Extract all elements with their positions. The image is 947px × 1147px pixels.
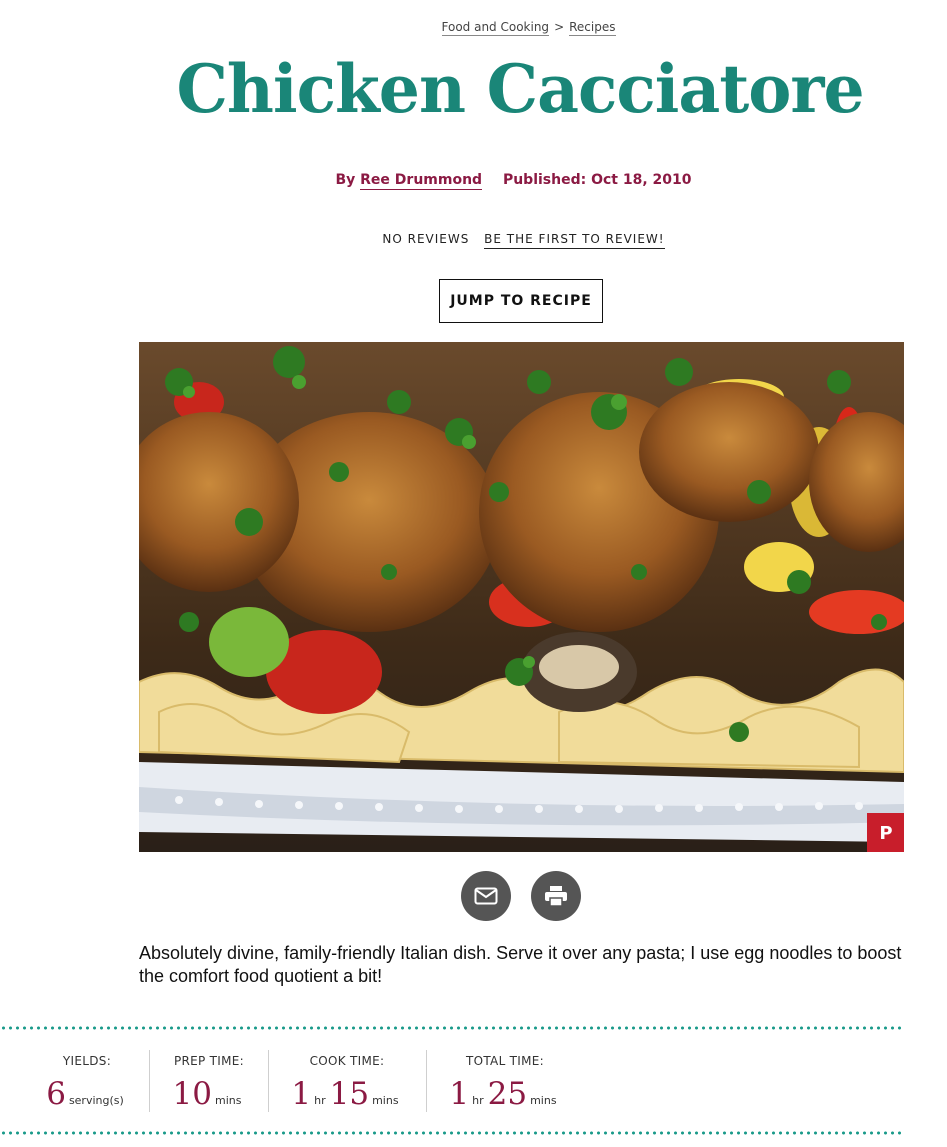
stat-divider: [268, 1050, 269, 1112]
total-label: TOTAL TIME:: [465, 1054, 545, 1068]
yields-label: YIELDS:: [62, 1054, 112, 1068]
recipe-description: Absolutely divine, family-friendly Itali…: [139, 943, 902, 986]
first-review-link[interactable]: BE THE FIRST TO REVIEW!: [484, 232, 665, 249]
printer-icon: [545, 886, 567, 907]
total-value: 1 hr 25 mins: [440, 1076, 570, 1112]
stat-prep-time: PREP TIME: 10 mins: [160, 1048, 258, 1112]
published-date: Published: Oct 18, 2010: [502, 172, 692, 188]
print-button[interactable]: [531, 871, 581, 921]
dotted-divider-bottom: [0, 1131, 905, 1135]
stat-divider: [149, 1050, 150, 1112]
cook-minutes: 15: [329, 1076, 370, 1112]
yields-unit: serving(s): [68, 1094, 124, 1107]
cook-label: COOK TIME:: [309, 1054, 385, 1068]
total-hours-unit: hr: [472, 1094, 484, 1107]
total-hours: 1: [449, 1076, 470, 1112]
pinterest-icon: P: [879, 823, 892, 844]
stat-divider: [426, 1050, 427, 1112]
page-title: Chicken Cacciatore: [176, 50, 864, 128]
prep-unit: mins: [214, 1094, 242, 1107]
author-link[interactable]: Ree Drummond: [360, 172, 483, 190]
svg-text:P: P: [879, 823, 892, 844]
envelope-icon: [474, 887, 498, 905]
total-minutes-unit: mins: [530, 1094, 557, 1107]
total-minutes: 25: [487, 1076, 528, 1112]
prep-number: 10: [172, 1076, 212, 1112]
prep-label: PREP TIME:: [173, 1054, 245, 1068]
dotted-divider-top: [0, 1026, 905, 1030]
stat-total-time: TOTAL TIME: 1 hr 25 mins: [440, 1048, 570, 1112]
byline: By Ree Drummond Published: Oct 18, 2010: [0, 172, 947, 190]
reviews-status: NO REVIEWS: [382, 232, 470, 246]
breadcrumb: Food and Cooking > Recipes: [0, 20, 947, 36]
cook-hours: 1: [291, 1076, 312, 1112]
yields-value: 6 serving(s): [40, 1076, 134, 1112]
recipe-hero-image: P: [139, 342, 904, 852]
cook-hours-unit: hr: [314, 1094, 326, 1107]
byline-by: By: [335, 172, 356, 188]
food-photo: [139, 342, 904, 852]
email-share-button[interactable]: [461, 871, 511, 921]
yields-number: 6: [46, 1076, 66, 1112]
stat-cook-time: COOK TIME: 1 hr 15 mins: [280, 1048, 414, 1112]
breadcrumb-food-and-cooking-link[interactable]: Food and Cooking: [441, 20, 550, 36]
cook-value: 1 hr 15 mins: [280, 1076, 414, 1112]
prep-value: 10 mins: [160, 1076, 258, 1112]
reviews-row: NO REVIEWS BE THE FIRST TO REVIEW!: [0, 230, 947, 249]
cook-minutes-unit: mins: [372, 1094, 399, 1107]
breadcrumb-recipes-link[interactable]: Recipes: [569, 20, 616, 36]
breadcrumb-separator: >: [554, 20, 565, 34]
jump-to-recipe-button[interactable]: JUMP TO RECIPE: [439, 279, 603, 323]
recipe-stats: YIELDS: 6 serving(s) PREP TIME: 10 mins CO…: [0, 1048, 905, 1112]
pinterest-button[interactable]: P: [867, 813, 904, 852]
stat-yields: YIELDS: 6 serving(s): [40, 1048, 134, 1112]
